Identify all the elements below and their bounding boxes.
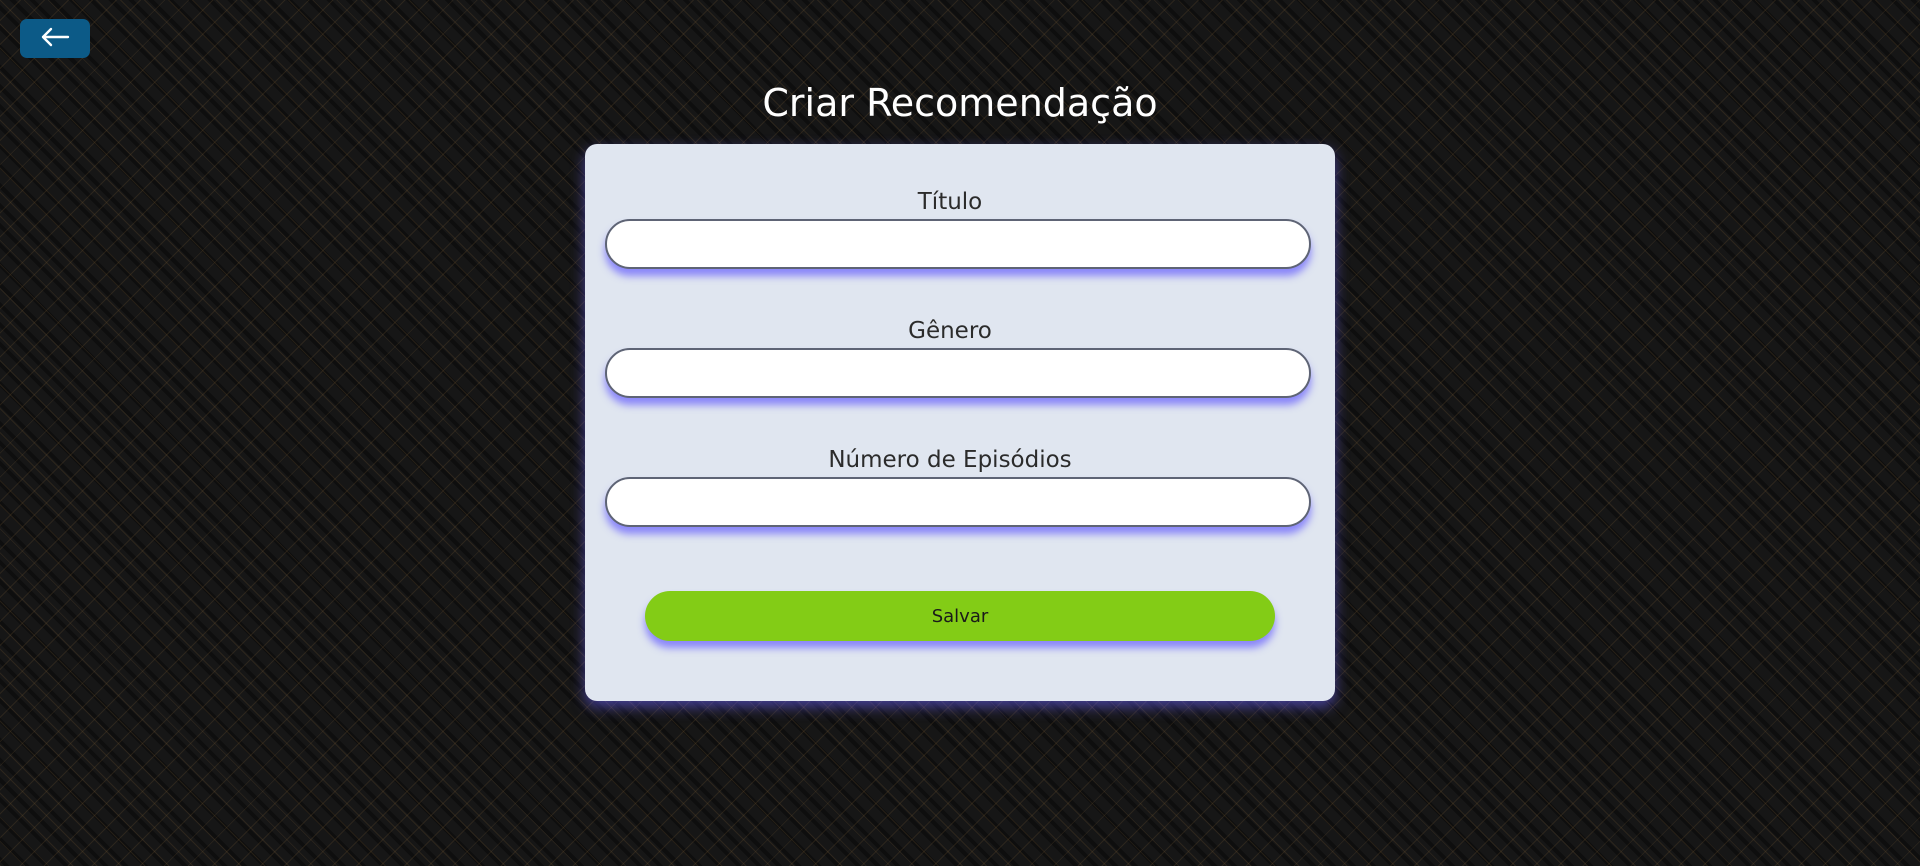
arrow-left-icon — [40, 27, 70, 51]
back-button[interactable] — [20, 19, 90, 58]
page-title: Criar Recomendação — [762, 81, 1158, 125]
title-label: Título — [917, 189, 983, 215]
episodes-input[interactable] — [605, 477, 1311, 527]
save-button[interactable]: Salvar — [645, 591, 1275, 641]
genre-input[interactable] — [605, 348, 1311, 398]
recommendation-form: Título Gênero Número de Episódios Salvar — [585, 144, 1335, 701]
title-input[interactable] — [605, 219, 1311, 269]
genre-label: Gênero — [908, 318, 992, 344]
episodes-label: Número de Episódios — [828, 447, 1072, 473]
